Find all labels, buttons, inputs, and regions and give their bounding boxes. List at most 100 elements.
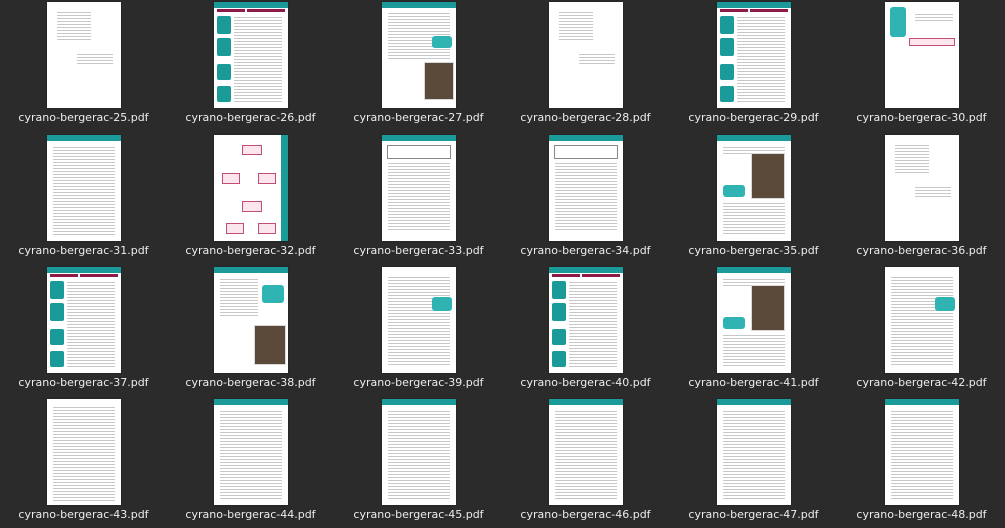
pdf-thumbnail[interactable] — [381, 135, 456, 241]
sidebar-block — [551, 329, 566, 345]
file-item[interactable]: cyrano-bergerac-41.pdf — [670, 267, 837, 389]
header-tag — [719, 9, 748, 12]
file-name-label: cyrano-bergerac-41.pdf — [688, 376, 819, 389]
file-item[interactable]: cyrano-bergerac-36.pdf — [838, 135, 1005, 257]
pdf-thumbnail[interactable] — [381, 399, 456, 505]
sidebar-block — [551, 303, 566, 321]
file-item[interactable]: cyrano-bergerac-26.pdf — [167, 2, 334, 124]
sidebar-block — [49, 351, 64, 367]
pdf-thumbnail[interactable] — [381, 2, 456, 108]
file-item[interactable]: cyrano-bergerac-27.pdf — [335, 2, 502, 124]
page-header — [548, 399, 623, 405]
file-grid: cyrano-bergerac-25.pdf cyrano-bergerac-26… — [0, 0, 1005, 528]
pdf-thumbnail[interactable] — [46, 2, 121, 108]
text-lines — [76, 52, 113, 66]
file-item[interactable]: cyrano-bergerac-34.pdf — [502, 135, 669, 257]
sidebar-block — [551, 281, 566, 299]
page-header — [46, 135, 121, 141]
illustration — [423, 62, 454, 100]
file-item[interactable]: cyrano-bergerac-38.pdf — [167, 267, 334, 389]
header-tag — [581, 274, 620, 277]
file-item[interactable]: cyrano-bergerac-47.pdf — [670, 399, 837, 521]
diagram-node — [257, 173, 276, 184]
page-header — [548, 267, 623, 273]
pdf-thumbnail[interactable] — [46, 135, 121, 241]
text-lines — [219, 409, 282, 501]
pdf-thumbnail[interactable] — [381, 267, 456, 373]
file-item[interactable]: cyrano-bergerac-28.pdf — [502, 2, 669, 124]
page-header — [381, 2, 456, 8]
file-item[interactable]: cyrano-bergerac-30.pdf — [838, 2, 1005, 124]
file-name-label: cyrano-bergerac-40.pdf — [520, 376, 651, 389]
file-item[interactable]: cyrano-bergerac-32.pdf — [167, 135, 334, 257]
pdf-thumbnail[interactable] — [884, 267, 959, 373]
text-lines — [914, 12, 953, 22]
pdf-thumbnail[interactable] — [884, 399, 959, 505]
file-item[interactable]: cyrano-bergerac-33.pdf — [335, 135, 502, 257]
pdf-thumbnail[interactable] — [213, 2, 288, 108]
page-header — [213, 2, 288, 8]
file-item[interactable]: cyrano-bergerac-31.pdf — [0, 135, 167, 257]
page-header — [280, 135, 288, 241]
file-item[interactable]: cyrano-bergerac-37.pdf — [0, 267, 167, 389]
file-name-label: cyrano-bergerac-39.pdf — [353, 376, 484, 389]
pdf-thumbnail[interactable] — [548, 399, 623, 505]
sidebar-block — [49, 329, 64, 345]
pdf-thumbnail[interactable] — [884, 2, 959, 108]
text-lines — [554, 161, 617, 231]
file-name-label: cyrano-bergerac-28.pdf — [520, 111, 651, 124]
file-name-label: cyrano-bergerac-35.pdf — [688, 244, 819, 257]
diagram-node — [241, 201, 262, 212]
pdf-thumbnail[interactable] — [46, 267, 121, 373]
file-item[interactable]: cyrano-bergerac-29.pdf — [670, 2, 837, 124]
page-header — [716, 2, 791, 8]
pdf-thumbnail[interactable] — [548, 135, 623, 241]
pdf-thumbnail[interactable] — [213, 135, 288, 241]
callout-box — [722, 185, 745, 197]
pdf-thumbnail[interactable] — [213, 267, 288, 373]
file-item[interactable]: cyrano-bergerac-43.pdf — [0, 399, 167, 521]
text-lines — [56, 10, 91, 40]
pdf-thumbnail[interactable] — [716, 2, 791, 108]
pdf-thumbnail[interactable] — [884, 135, 959, 241]
file-item[interactable]: cyrano-bergerac-45.pdf — [335, 399, 502, 521]
file-name-label: cyrano-bergerac-30.pdf — [856, 111, 987, 124]
pdf-thumbnail[interactable] — [46, 399, 121, 505]
page-header — [548, 135, 623, 141]
pdf-thumbnail[interactable] — [548, 2, 623, 108]
pdf-thumbnail[interactable] — [213, 399, 288, 505]
form-box — [386, 145, 451, 159]
page-header — [381, 399, 456, 405]
file-name-label: cyrano-bergerac-36.pdf — [856, 244, 987, 257]
file-item[interactable]: cyrano-bergerac-48.pdf — [838, 399, 1005, 521]
file-item[interactable]: cyrano-bergerac-42.pdf — [838, 267, 1005, 389]
callout-box — [889, 7, 906, 37]
sidebar-block — [719, 64, 734, 80]
callout-box — [722, 317, 745, 329]
file-name-label: cyrano-bergerac-27.pdf — [353, 111, 484, 124]
page-header — [213, 267, 288, 273]
text-lines — [578, 52, 615, 66]
pdf-thumbnail[interactable] — [548, 267, 623, 373]
file-item[interactable]: cyrano-bergerac-46.pdf — [502, 399, 669, 521]
file-item[interactable]: cyrano-bergerac-35.pdf — [670, 135, 837, 257]
text-lines — [387, 161, 450, 231]
file-item[interactable]: cyrano-bergerac-44.pdf — [167, 399, 334, 521]
file-name-label: cyrano-bergerac-48.pdf — [856, 508, 987, 521]
pdf-thumbnail[interactable] — [716, 267, 791, 373]
file-name-label: cyrano-bergerac-44.pdf — [185, 508, 316, 521]
file-item[interactable]: cyrano-bergerac-25.pdf — [0, 2, 167, 124]
text-lines — [894, 143, 929, 173]
text-lines — [66, 280, 115, 368]
diagram-node — [257, 223, 276, 234]
file-name-label: cyrano-bergerac-37.pdf — [18, 376, 149, 389]
diagram-node — [241, 145, 262, 155]
page-header — [716, 135, 791, 141]
pdf-thumbnail[interactable] — [716, 135, 791, 241]
header-tag — [551, 274, 580, 277]
file-item[interactable]: cyrano-bergerac-40.pdf — [502, 267, 669, 389]
file-item[interactable]: cyrano-bergerac-39.pdf — [335, 267, 502, 389]
pdf-thumbnail[interactable] — [716, 399, 791, 505]
text-lines — [914, 185, 951, 199]
text-lines — [52, 405, 115, 501]
